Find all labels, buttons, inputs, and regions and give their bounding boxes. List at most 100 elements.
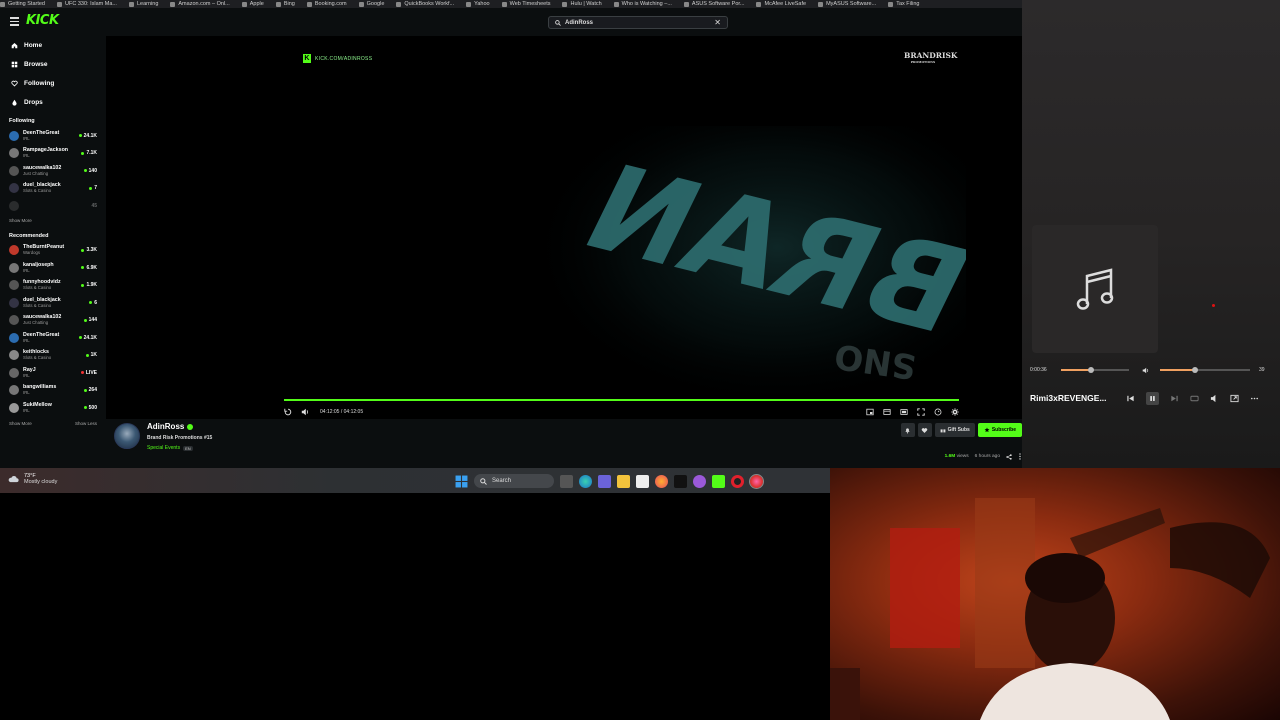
edge-browser-icon[interactable] [579, 474, 592, 488]
file-explorer-icon[interactable] [617, 474, 630, 488]
pause-button[interactable] [1146, 391, 1159, 405]
avatar [9, 200, 19, 211]
captions-icon[interactable] [1190, 394, 1199, 403]
volume-icon[interactable] [301, 408, 309, 416]
media-volume-fill [1160, 369, 1196, 371]
recommended-show-more[interactable]: Show More [9, 421, 32, 426]
channel-item[interactable]: TheBurntPeanut Wardogs 3.3K [0, 242, 103, 260]
language-tag[interactable]: EN [183, 445, 193, 451]
bookmark-item[interactable]: McAfee LiveSafe [756, 1, 806, 7]
previous-track-icon[interactable] [1126, 394, 1135, 403]
kick-logo[interactable]: KICK [26, 13, 59, 28]
follow-button[interactable] [917, 423, 932, 437]
media-seek-knob[interactable] [1087, 367, 1094, 373]
pip-icon[interactable] [866, 408, 874, 416]
gift-subs-button[interactable]: Gift Subs [934, 423, 975, 437]
replay-icon[interactable] [284, 408, 292, 416]
bookmark-item[interactable]: Apple [241, 1, 264, 7]
channel-item[interactable]: saucewalka102 Just Chatting 144 [0, 312, 103, 330]
bookmark-item[interactable]: UFC 330: Islam Ma... [57, 1, 117, 7]
channel-category: Slots & Casino [23, 355, 52, 361]
bookmark-item[interactable]: Hulu | Watch [562, 1, 602, 7]
next-track-icon[interactable] [1170, 394, 1179, 403]
clear-search-icon[interactable]: ✕ [714, 18, 721, 27]
taskbar-icons: Search [455, 473, 764, 489]
channel-item[interactable]: DeenTheGreat IRL 24.1K [0, 127, 103, 145]
avatar [9, 148, 19, 159]
bookmark-item[interactable]: Amazon.com – Onl... [170, 1, 230, 7]
bookmark-item[interactable]: Learning [128, 1, 158, 7]
teams-icon[interactable] [598, 474, 611, 488]
bookmark-favicon-icon [241, 1, 247, 7]
recommended-show-less[interactable]: Show Less [75, 421, 97, 426]
channel-category: IRL [23, 337, 30, 343]
fullscreen-icon[interactable] [917, 408, 925, 416]
opera-icon[interactable] [731, 474, 744, 488]
task-view-icon[interactable] [560, 474, 573, 488]
viewer-count: 6 [89, 300, 97, 306]
clip-icon[interactable] [883, 408, 891, 416]
kick-app-icon[interactable] [712, 474, 725, 488]
channel-item[interactable]: kanaljoseph IRL 6.9K [0, 259, 103, 277]
windows-start-icon[interactable] [455, 475, 468, 488]
channel-item[interactable]: saucewalka102 Just Chatting 140 [0, 162, 103, 180]
nav-item-home[interactable]: Home [0, 36, 103, 55]
following-show-more[interactable]: Show More [0, 215, 103, 227]
bookmark-item[interactable]: ASUS Software Por... [683, 1, 744, 7]
miniplayer-icon[interactable] [1230, 394, 1239, 403]
channel-item[interactable]: funnyhoodvidz Slots & Casino 1.9K [0, 277, 103, 295]
channel-item[interactable]: RayJ IRL LIVE [0, 364, 103, 382]
bookmark-item[interactable]: QuickBooks Workf... [396, 1, 454, 7]
channel-item[interactable]: keithlocks Slots & Casino 1K [0, 347, 103, 365]
bookmark-item[interactable]: Bing [275, 1, 295, 7]
bookmark-item[interactable]: Who is Watching –... [613, 1, 672, 7]
bookmark-item[interactable]: Google [358, 1, 384, 7]
share-icon[interactable] [1006, 453, 1012, 460]
streamer-avatar[interactable] [114, 423, 140, 449]
streamer-name[interactable]: AdinRoss [147, 422, 184, 431]
settings-gear-icon[interactable] [951, 408, 959, 416]
theater-mode-icon[interactable] [900, 408, 908, 416]
more-options-icon[interactable] [1250, 394, 1259, 403]
weather-widget[interactable]: 73°F Mostly cloudy [8, 473, 57, 485]
messenger-icon[interactable] [693, 474, 706, 488]
notification-bell-button[interactable] [900, 423, 915, 437]
taskbar-search[interactable]: Search [474, 474, 554, 488]
bookmark-item[interactable]: Web Timesheets [501, 1, 550, 7]
menu-icon[interactable] [10, 17, 19, 26]
video-player[interactable]: K KICK.COM/ADINROSS BRANDRISK PROMOTIONS [106, 36, 1022, 419]
media-volume-icon[interactable] [1142, 367, 1149, 374]
live-dot-icon [81, 248, 85, 252]
nav-item-drops[interactable]: Drops [0, 93, 103, 112]
channel-item[interactable]: duel_blackjack Slots & Casino 6 [0, 294, 103, 312]
live-dot-icon [78, 336, 82, 340]
media-player-app-icon[interactable] [749, 473, 764, 489]
channel-item[interactable]: SukiMellow IRL 500 [0, 399, 103, 417]
nav-item-browse[interactable]: Browse [0, 55, 103, 74]
video-progress-bar[interactable] [284, 399, 959, 401]
tiktok-icon[interactable] [674, 474, 687, 488]
media-volume-button-icon[interactable] [1210, 394, 1219, 403]
live-dot-icon [89, 301, 93, 305]
channel-item[interactable]: duel_blackjack Slots & Casino 7 [0, 180, 103, 198]
search-input[interactable]: AdinRoss ✕ [548, 16, 728, 29]
channel-item[interactable]: bangwilliams IRL 264 [0, 382, 103, 400]
channel-item[interactable]: DeenTheGreat IRL 24.1K [0, 329, 103, 347]
avatar [9, 165, 19, 176]
channel-item[interactable]: RampageJackson IRL 7.1K [0, 145, 103, 163]
offline-channel[interactable]: 45 [0, 197, 103, 215]
bookmark-item[interactable]: Booking.com [306, 1, 347, 7]
bookmark-favicon-icon [128, 1, 134, 7]
subscribe-button[interactable]: Subscribe [977, 423, 1022, 437]
stream-category[interactable]: Special Events [147, 445, 180, 451]
bookmark-item[interactable]: MyASUS Software... [818, 1, 876, 7]
bookmark-item[interactable]: Yahoo [466, 1, 490, 7]
firefox-icon[interactable] [655, 474, 668, 488]
nav-item-following[interactable]: Following [0, 74, 103, 93]
bookmark-item[interactable]: Getting Started [0, 1, 45, 7]
calendar-icon[interactable] [636, 474, 649, 488]
media-volume-knob[interactable] [1192, 367, 1199, 373]
playback-speed-icon[interactable] [934, 408, 942, 416]
webcam-video-frame [830, 498, 1270, 720]
bookmark-item[interactable]: Tax Filing [888, 1, 919, 7]
